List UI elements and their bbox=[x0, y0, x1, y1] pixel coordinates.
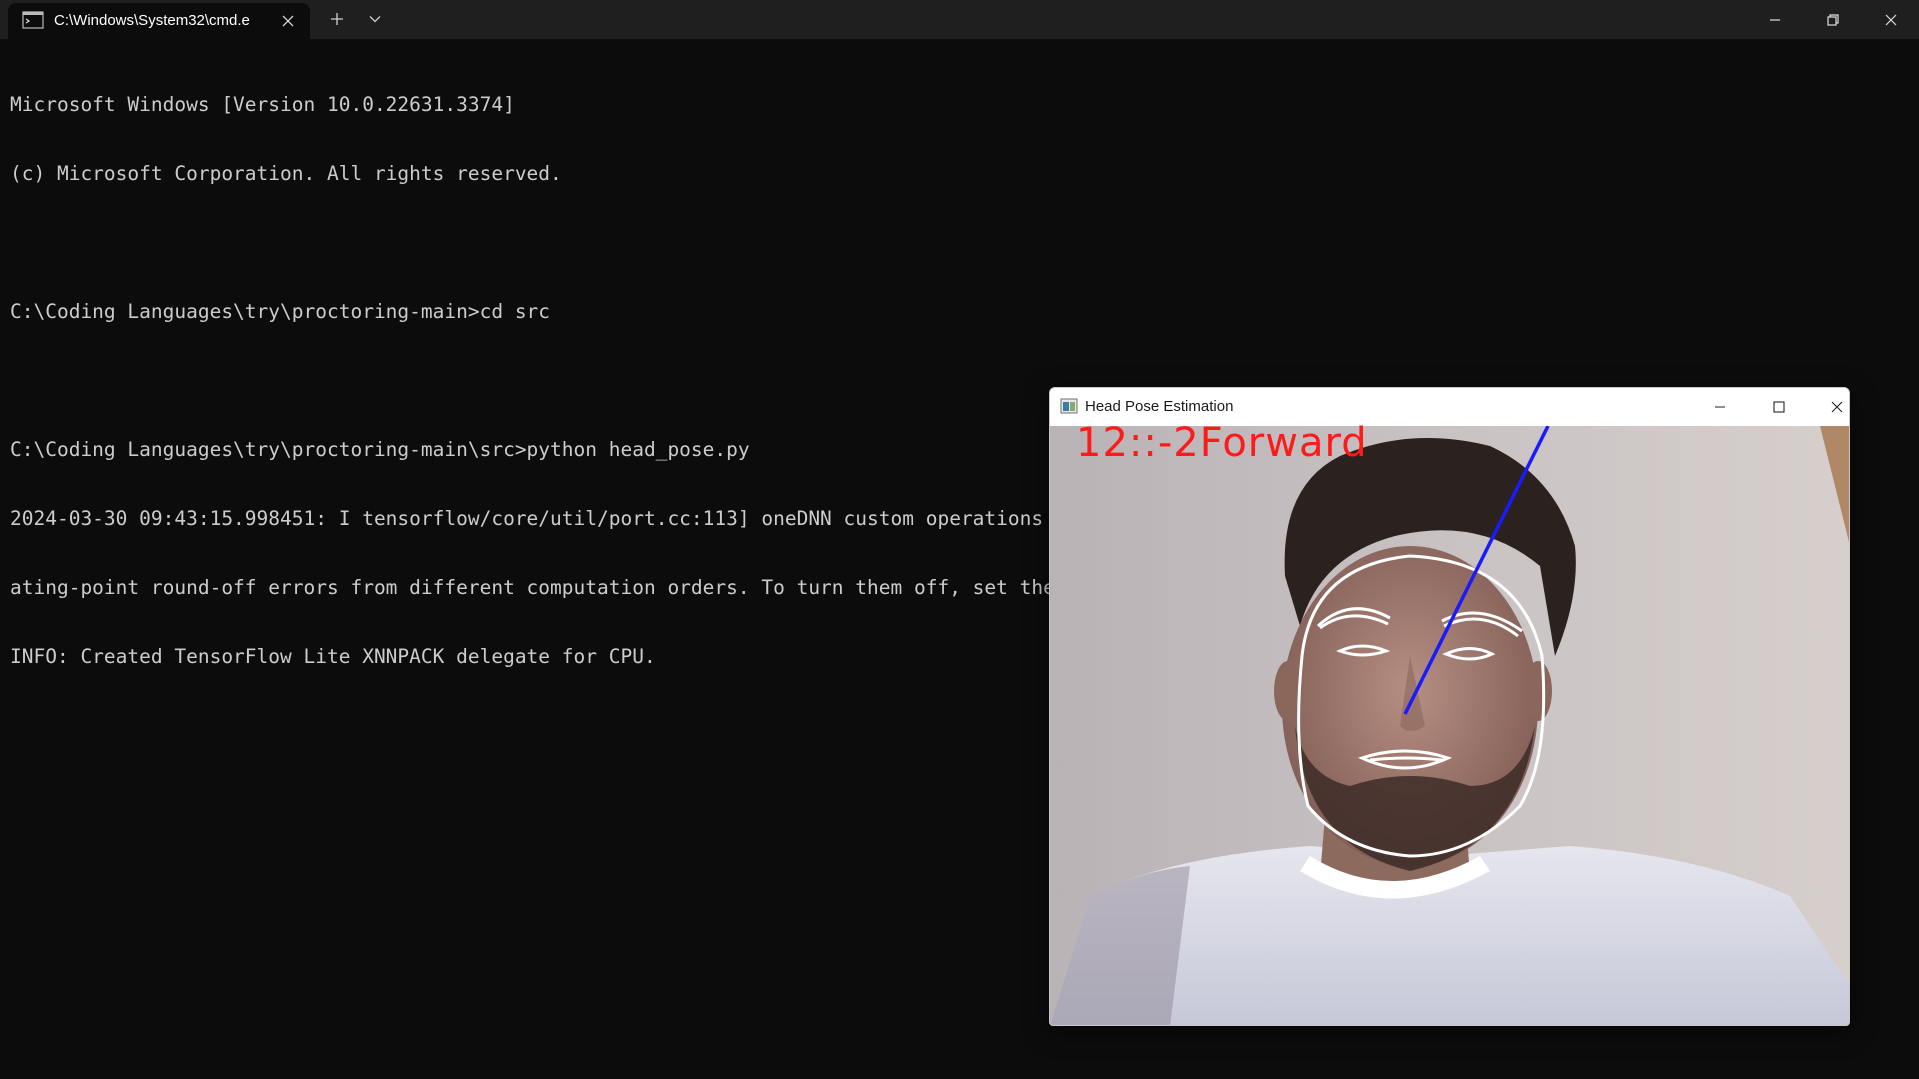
close-icon bbox=[282, 15, 294, 27]
pose-overlay-text: 12::-2Forward bbox=[1076, 420, 1368, 466]
webcam-frame: 12::-2Forward bbox=[1050, 420, 1849, 1025]
restore-button[interactable] bbox=[1804, 0, 1862, 39]
minimize-button[interactable] bbox=[1746, 0, 1804, 39]
window-title: Head Pose Estimation bbox=[1085, 398, 1234, 415]
terminal-line: Microsoft Windows [Version 10.0.22631.33… bbox=[10, 93, 515, 116]
new-tab-button[interactable] bbox=[322, 6, 352, 32]
plus-icon bbox=[331, 13, 343, 25]
maximize-icon bbox=[1773, 401, 1785, 413]
webcam-image bbox=[1050, 425, 1849, 1025]
opencv-window-icon bbox=[1060, 398, 1078, 414]
close-icon bbox=[1831, 401, 1843, 413]
cv-maximize-button[interactable] bbox=[1750, 388, 1808, 426]
chevron-down-icon bbox=[369, 16, 381, 23]
minimize-icon bbox=[1715, 406, 1725, 408]
minimize-icon bbox=[1770, 18, 1780, 21]
tab-cmd[interactable]: C:\Windows\System32\cmd.e bbox=[8, 3, 310, 39]
close-tab-button[interactable] bbox=[278, 11, 298, 31]
tab-dropdown-button[interactable] bbox=[360, 6, 390, 32]
cv-minimize-button[interactable] bbox=[1691, 388, 1749, 426]
tab-title: C:\Windows\System32\cmd.e bbox=[54, 12, 250, 29]
terminal-titlebar: C:\Windows\System32\cmd.e bbox=[0, 0, 1919, 39]
terminal-icon bbox=[22, 11, 44, 29]
terminal-line: (c) Microsoft Corporation. All rights re… bbox=[10, 162, 562, 185]
close-icon bbox=[1885, 14, 1897, 25]
cv-close-button[interactable] bbox=[1808, 388, 1849, 426]
terminal-line: C:\Coding Languages\try\proctoring-main>… bbox=[10, 300, 551, 323]
close-window-button[interactable] bbox=[1862, 0, 1919, 39]
restore-icon bbox=[1827, 13, 1839, 26]
head-pose-window: Head Pose Estimation 12::-2Forward bbox=[1049, 387, 1850, 1026]
